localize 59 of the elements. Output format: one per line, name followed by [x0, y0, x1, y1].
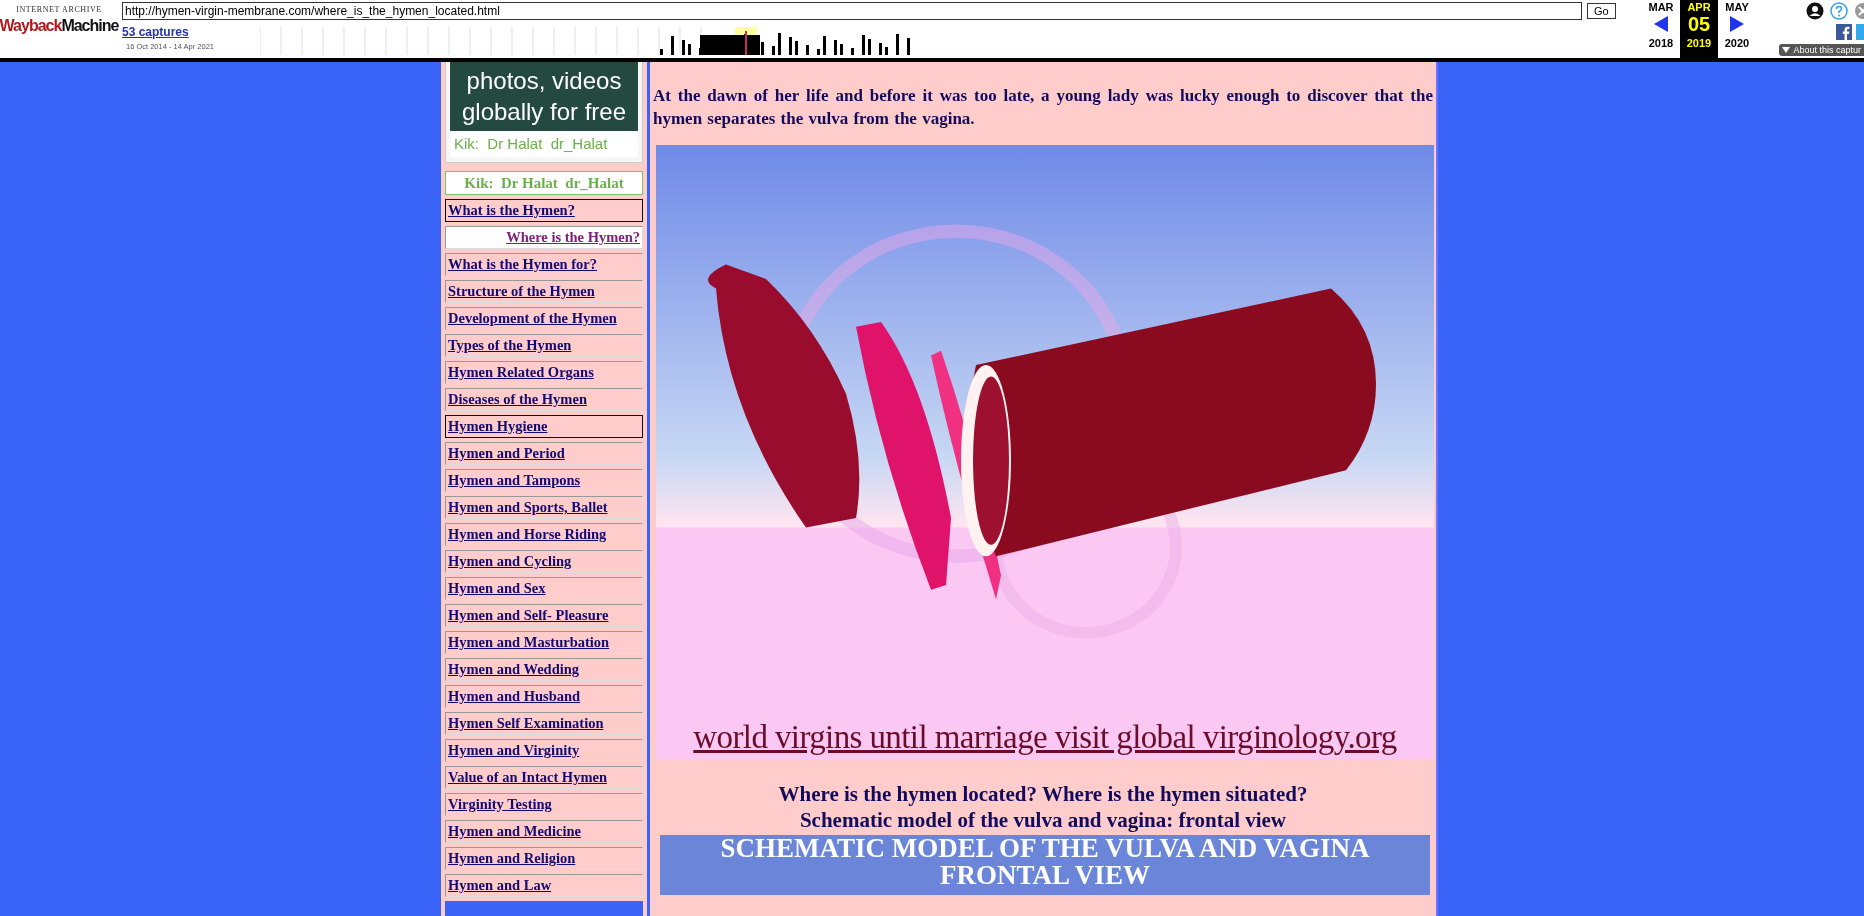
- nav-link[interactable]: Hymen and Self- Pleasure: [445, 604, 643, 627]
- contact-text: Kik: Dr Halat dr_Halat: [464, 174, 624, 192]
- ad-contact: Kik: Dr Halat dr_Halat: [454, 135, 608, 152]
- nav-link[interactable]: Hymen and Masturbation: [445, 631, 643, 654]
- timeline-drawing[interactable]: [260, 27, 910, 55]
- nav-link[interactable]: Hymen Hygiene: [445, 415, 643, 438]
- previous-arrow-icon[interactable]: [1654, 16, 1668, 32]
- nav-link[interactable]: Hymen and Husband: [445, 685, 643, 708]
- nav-link[interactable]: Hymen and Sports, Ballet: [445, 496, 643, 519]
- about-capture-button[interactable]: About this captur: [1779, 44, 1864, 56]
- nav-link[interactable]: Structure of the Hymen: [445, 280, 643, 303]
- close-icon[interactable]: [1854, 2, 1864, 20]
- ad-panel[interactable]: photos, videos globally for free Kik: Dr Halat dr_Halat: [445, 62, 643, 163]
- nav-link[interactable]: Hymen Related Organs: [445, 361, 643, 384]
- year-label: 2019: [1686, 37, 1712, 49]
- section-heading: Schematic model of the vulva and vagina: frontal view: [799, 807, 1287, 833]
- calendar-column[interactable]: APR 05 2019: [1680, 0, 1718, 58]
- nav-link[interactable]: Diseases of the Hymen: [445, 388, 643, 411]
- captures-link[interactable]: 53 captures: [122, 25, 252, 39]
- user-icon[interactable]: [1806, 2, 1824, 20]
- month-label: MAY: [1725, 1, 1749, 13]
- nav-link[interactable]: Hymen and Tampons: [445, 469, 643, 492]
- banner-text: FRONTAL VIEW: [940, 862, 1150, 889]
- nav-link[interactable]: Hymen and Cycling: [445, 550, 643, 573]
- nav-link[interactable]: Where is the Hymen?: [445, 226, 643, 249]
- year-label: 2018: [1648, 37, 1674, 49]
- go-button[interactable]: Go: [1587, 3, 1616, 19]
- nav-link[interactable]: Value of an Intact Hymen: [445, 766, 643, 789]
- intro-paragraph: At the dawn of her life and before it was too late, a young lady was lucky enough to discover that the hymen separates the vulva from the vagina.: [653, 85, 1433, 130]
- facebook-icon[interactable]: [1836, 24, 1852, 40]
- ad-text: globally for free: [461, 97, 627, 127]
- nav-link[interactable]: What is the Hymen?: [445, 199, 643, 222]
- day-label: 05: [1687, 13, 1711, 35]
- next-arrow-icon[interactable]: [1730, 16, 1744, 32]
- nav-link[interactable]: Hymen Self Examination: [445, 712, 643, 735]
- nav-link[interactable]: What is the Hymen for?: [445, 253, 643, 276]
- nav-link[interactable]: Development of the Hymen: [445, 307, 643, 330]
- nav-link[interactable]: Hymen and Law: [445, 874, 643, 897]
- logo[interactable]: WaybackMachine: [0, 17, 119, 35]
- nav-link[interactable]: Hymen and Medicine: [445, 820, 643, 843]
- url-field[interactable]: http://hymen-virgin-membrane.com/where_is_the_hymen_located.html: [122, 2, 1582, 20]
- ad-text: photos, videos: [466, 66, 622, 96]
- month-label: APR: [1687, 1, 1711, 13]
- nav-link[interactable]: Hymen and Horse Riding: [445, 523, 643, 546]
- help-icon[interactable]: [1830, 2, 1848, 20]
- nav-link[interactable]: Hymen and Period: [445, 442, 643, 465]
- section-heading: Where is the hymen located? Where is the hymen situated?: [778, 781, 1308, 807]
- nav-link[interactable]: Hymen and Religion: [445, 847, 643, 870]
- month-label: MAR: [1648, 1, 1674, 13]
- image-caption[interactable]: world virgins until marriage visit global virginology.org: [656, 717, 1434, 757]
- banner-text: SCHEMATIC MODEL OF THE VULVA AND VAGINA: [720, 835, 1370, 862]
- nav-link[interactable]: Types of the Hymen: [445, 334, 643, 357]
- nav-link[interactable]: Virginity Testing: [445, 793, 643, 816]
- caret-icon: [1782, 47, 1791, 53]
- nav-link[interactable]: Hymen and Virginity: [445, 739, 643, 762]
- nav-link[interactable]: Hymen and Sex: [445, 577, 643, 600]
- year-label: 2020: [1724, 37, 1750, 49]
- nav-link[interactable]: Hymen and Wedding: [445, 658, 643, 681]
- logo-caption: INTERNET ARCHIVE: [16, 5, 102, 14]
